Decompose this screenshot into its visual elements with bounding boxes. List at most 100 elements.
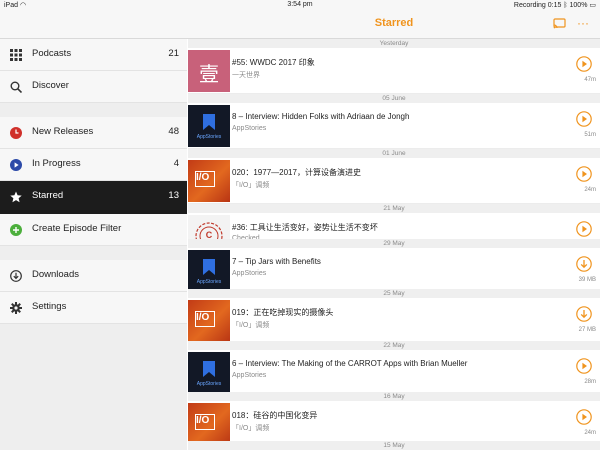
sidebar-item-starred[interactable]: Starred 13 <box>0 181 187 214</box>
bookmark-icon <box>203 259 215 275</box>
gear-icon <box>10 302 22 314</box>
bluetooth-icon: ᛒ <box>563 2 568 9</box>
plus-circle-icon <box>10 224 22 236</box>
episode-size: 39 MB <box>578 277 596 283</box>
episode-duration: 47m <box>584 77 596 83</box>
sidebar-item-settings[interactable]: Settings <box>0 292 187 324</box>
episode-title: #55: WWDC 2017 印象 <box>232 58 315 67</box>
episode-podcast: 一天世界 <box>232 72 260 79</box>
play-button-icon[interactable] <box>576 409 592 425</box>
episode-duration: 28m <box>584 379 596 385</box>
episode-podcast: 「I/O」调频 <box>232 322 270 329</box>
play-button-icon[interactable] <box>576 56 592 72</box>
sidebar-item-label: Podcasts <box>32 48 72 59</box>
episode-title: 8 – Interview: Hidden Folks with Adriaan… <box>232 112 410 121</box>
podcast-artwork: AppStories <box>188 105 230 147</box>
podcast-artwork: 壹 <box>188 50 230 92</box>
episode-podcast: AppStories <box>232 372 267 379</box>
sidebar-item-label: Downloads <box>32 269 79 280</box>
sidebar-item-discover[interactable]: Discover <box>0 71 187 103</box>
episode-row[interactable]: AppStories 8 – Interview: Hidden Folks w… <box>188 103 600 149</box>
episode-title: 020：1977—2017，计算设备演进史 <box>232 168 361 177</box>
episode-row[interactable]: AppStories 7 – Tip Jars with Benefits Ap… <box>188 248 600 294</box>
artwork-text: 壹 <box>199 64 219 86</box>
sidebar-item-in-progress[interactable]: In Progress 4 <box>0 149 187 181</box>
sidebar-item-count: 4 <box>173 158 179 169</box>
date-separator: 15 May <box>188 441 600 450</box>
podcast-artwork: AppStories <box>188 250 230 292</box>
artwork-text: AppStories <box>196 279 222 285</box>
sidebar-item-label: Starred <box>32 190 64 201</box>
date-separator: 16 May <box>188 392 600 401</box>
sidebar-item-count: 13 <box>168 190 179 201</box>
episode-duration: 51m <box>584 132 596 138</box>
episode-podcast: 「I/O」调频 <box>232 182 270 189</box>
episode-row[interactable]: 壹 #55: WWDC 2017 印象 一天世界 47m <box>188 48 600 94</box>
artwork-text: AppStories <box>196 134 222 140</box>
episode-row[interactable]: AppStories 6 – Interview: The Making of … <box>188 350 600 396</box>
episode-size: 27 MB <box>578 327 596 333</box>
play-button-icon[interactable] <box>576 358 592 374</box>
date-separator: 25 May <box>188 289 600 298</box>
artwork-text: I/O <box>196 172 210 183</box>
episode-title: 7 – Tip Jars with Benefits <box>232 257 321 266</box>
episode-row[interactable]: I/O 019：正在吃掉现实的摄像头 「I/O」调频 27 MB <box>188 298 600 344</box>
sidebar-item-label: Create Episode Filter <box>32 223 122 234</box>
episode-title: 019：正在吃掉现实的摄像头 <box>232 308 334 317</box>
play-button-icon[interactable] <box>576 221 592 237</box>
play-button-icon[interactable] <box>576 166 592 182</box>
episode-duration: 24m <box>584 430 596 436</box>
episode-duration: 24m <box>584 187 596 193</box>
episode-row[interactable]: I/O 020：1977—2017，计算设备演进史 「I/O」调频 24m <box>188 158 600 204</box>
app-window: iPad ◠ 3:54 pm Recording 0:15 ᛒ 100% ▭ S… <box>0 0 600 450</box>
sidebar-empty-area <box>0 324 187 450</box>
play-button-icon[interactable] <box>576 111 592 127</box>
artwork-text: I/O <box>196 312 210 323</box>
download-button-icon[interactable] <box>576 306 592 322</box>
bookmark-icon <box>203 361 215 377</box>
artwork-text: AppStories <box>196 381 222 387</box>
play-circle-icon <box>10 159 22 171</box>
sidebar-item-label: New Releases <box>32 126 94 137</box>
sidebar-item-podcasts[interactable]: Podcasts 21 <box>0 39 187 71</box>
artwork-text: I/O <box>196 415 210 426</box>
date-separator: 01 June <box>188 149 600 158</box>
sidebar-item-label: Settings <box>32 301 67 312</box>
episode-title: 6 – Interview: The Making of the CARROT … <box>232 359 468 368</box>
status-right: Recording 0:15 ᛒ 100% ▭ <box>513 2 596 9</box>
sidebar-section-gap <box>0 246 187 260</box>
episode-podcast: AppStories <box>232 270 267 277</box>
bookmark-icon <box>203 114 215 130</box>
grid-icon <box>10 49 22 61</box>
sidebar-item-create-episode-filter[interactable]: Create Episode Filter <box>0 214 187 246</box>
date-separator: Yesterday <box>188 39 600 48</box>
sidebar: Podcasts 21 Discover New Releases 48 In … <box>0 39 187 450</box>
sidebar-item-label: In Progress <box>32 158 81 169</box>
sidebar-item-count: 48 <box>168 126 179 137</box>
date-separator: 21 May <box>188 204 600 213</box>
podcast-artwork: I/O <box>188 403 230 445</box>
download-button-icon[interactable] <box>576 256 592 272</box>
episode-podcast: AppStories <box>232 125 267 132</box>
battery-icon: ▭ <box>589 2 596 9</box>
more-icon[interactable]: ··· <box>577 16 589 30</box>
podcast-artwork: I/O <box>188 300 230 342</box>
download-icon <box>10 270 22 282</box>
podcast-artwork: AppStories <box>188 352 230 394</box>
date-separator: 29 May <box>188 239 600 248</box>
cast-icon[interactable] <box>553 18 566 29</box>
episode-podcast: 「I/O」调频 <box>232 425 270 432</box>
star-icon <box>10 191 22 203</box>
episode-list: Yesterday 壹 #55: WWDC 2017 印象 一天世界 47m 0… <box>188 39 600 450</box>
search-icon <box>10 81 22 93</box>
clock-icon <box>10 127 22 139</box>
sidebar-item-new-releases[interactable]: New Releases 48 <box>0 117 187 149</box>
date-separator: 22 May <box>188 341 600 350</box>
nav-bar: Starred ··· <box>0 9 600 39</box>
date-separator: 05 June <box>188 94 600 103</box>
status-bar: iPad ◠ 3:54 pm Recording 0:15 ᛒ 100% ▭ <box>0 0 600 9</box>
episode-title: #36: 工具让生活变好，姿势让生活不变坏 <box>232 223 378 232</box>
sidebar-item-downloads[interactable]: Downloads <box>0 260 187 292</box>
sidebar-section-gap <box>0 103 187 117</box>
podcast-artwork: I/O <box>188 160 230 202</box>
